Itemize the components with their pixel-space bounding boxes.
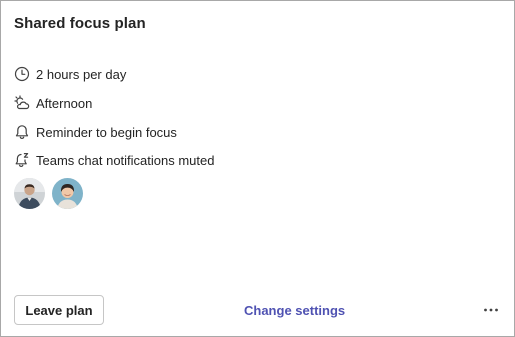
notifications-label: Teams chat notifications muted (36, 152, 215, 168)
clock-icon (14, 66, 30, 82)
time-of-day-row: Afternoon (14, 95, 92, 111)
time-of-day-label: Afternoon (36, 95, 93, 111)
weather-afternoon-icon (14, 95, 30, 111)
participants-list (14, 178, 83, 209)
bell-icon (14, 124, 30, 140)
avatar-person-2[interactable] (52, 178, 83, 209)
schedule-row: 2 hours per day (14, 66, 126, 82)
reminder-label: Reminder to begin focus (36, 124, 177, 140)
muted-notification-icon (14, 152, 30, 168)
more-options-icon[interactable] (480, 301, 502, 319)
leave-plan-button[interactable]: Leave plan (14, 295, 104, 325)
reminder-row: Reminder to begin focus (14, 124, 177, 140)
avatar-person-1[interactable] (14, 178, 45, 209)
card-title: Shared focus plan (14, 15, 146, 32)
schedule-label: 2 hours per day (36, 66, 127, 82)
focus-plan-card: Shared focus plan 2 hours per day Aftern… (0, 0, 515, 337)
change-settings-link[interactable]: Change settings (244, 303, 345, 318)
notifications-row: Teams chat notifications muted (14, 152, 214, 168)
